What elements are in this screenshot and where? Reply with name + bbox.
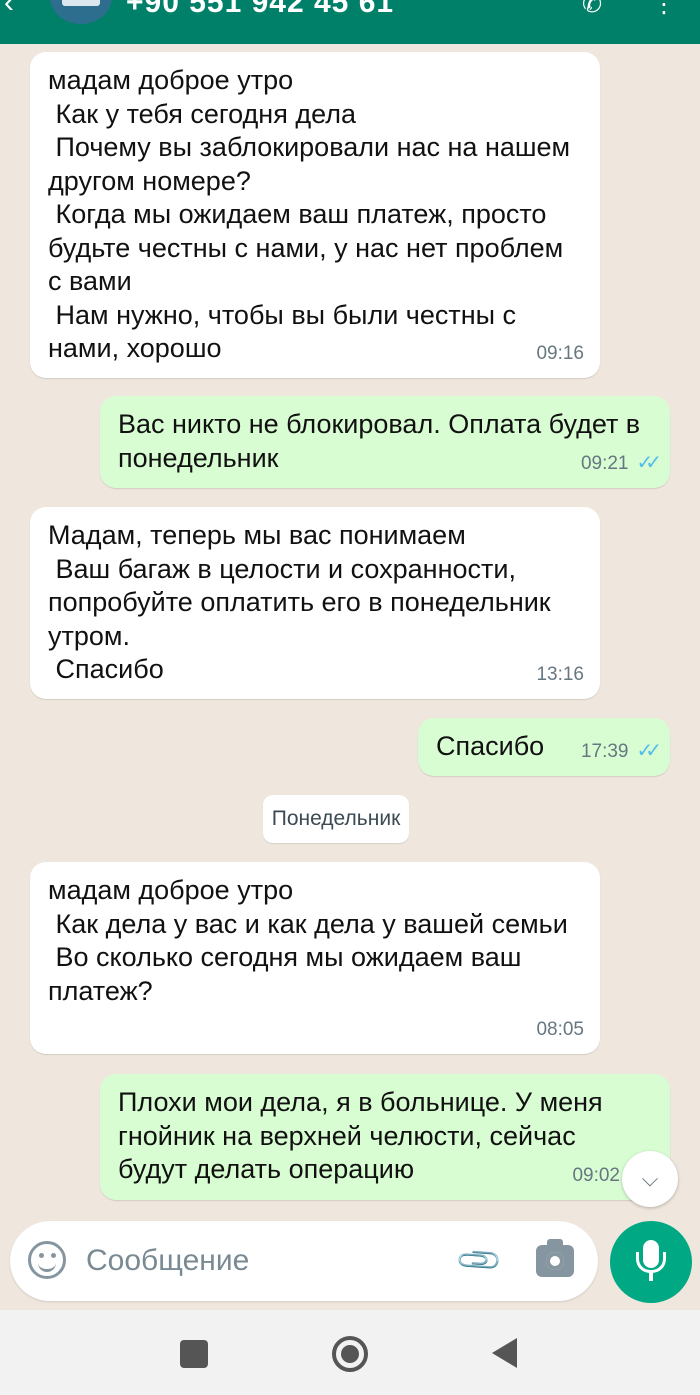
message-meta: 17:39 ✓✓	[580, 735, 662, 769]
message-text: мадам доброе утро Как дела у вас и как д…	[48, 875, 568, 1006]
microphone-icon	[636, 1240, 666, 1273]
message-bubble-outgoing[interactable]: Спасибо 17:39 ✓✓	[418, 718, 670, 776]
video-call-icon[interactable]: ✆	[582, 0, 602, 19]
date-divider: Понедельник	[263, 795, 409, 843]
read-ticks-icon: ✓✓	[636, 739, 661, 762]
message-input[interactable]	[86, 1239, 436, 1283]
microphone-stand	[649, 1271, 653, 1281]
more-vert-icon[interactable]: ⋮	[652, 0, 676, 19]
camera-icon[interactable]	[536, 1239, 574, 1277]
message-time: 17:39	[580, 740, 629, 762]
message-meta: 13:16	[536, 658, 584, 692]
message-time: 09:16	[536, 342, 584, 364]
chat-header: ‹ +90 551 942 45 61 ✆ ⋮	[0, 0, 700, 44]
contact-title[interactable]: +90 551 942 45 61	[126, 0, 394, 20]
message-time: 09:02	[572, 1164, 620, 1186]
read-ticks-icon: ✓✓	[636, 451, 661, 474]
message-bubble-incoming[interactable]: мадам доброе утро Как у тебя сегодня дел…	[30, 52, 600, 378]
double-chevron-down-icon: ⌵	[641, 1166, 659, 1191]
scroll-down-button[interactable]: ⌵	[622, 1151, 678, 1207]
message-text: мадам доброе утро Как у тебя сегодня дел…	[48, 65, 571, 363]
message-meta: 09:02	[572, 1159, 620, 1193]
message-time: 09:21	[580, 452, 629, 474]
message-time: 08:05	[536, 1018, 584, 1040]
message-text: Мадам, теперь мы вас понимаем Ваш багаж …	[48, 520, 551, 684]
message-time: 13:16	[536, 663, 584, 685]
arrow-left-icon[interactable]: ‹	[4, 0, 14, 20]
system-navigation-bar	[0, 1310, 700, 1395]
message-meta: 09:16	[536, 337, 584, 371]
back-triangle-icon[interactable]	[492, 1338, 517, 1368]
contact-avatar[interactable]	[50, 0, 112, 24]
message-bubble-incoming[interactable]: Мадам, теперь мы вас понимаем Ваш багаж …	[30, 507, 600, 699]
message-composer: 📎	[10, 1221, 598, 1301]
message-meta: 08:05	[536, 1013, 584, 1047]
message-text: Вас никто не блокировал. Оплата будет в …	[118, 409, 648, 473]
message-bubble-outgoing[interactable]: Вас никто не блокировал. Оплата будет в …	[100, 396, 670, 488]
paperclip-icon[interactable]: 📎	[452, 1233, 509, 1290]
home-icon[interactable]	[332, 1336, 368, 1372]
voice-record-button[interactable]	[610, 1221, 692, 1303]
message-bubble-incoming[interactable]: мадам доброе утро Как дела у вас и как д…	[30, 862, 600, 1054]
message-bubble-outgoing[interactable]: Плохи мои дела, я в больнице. У меня гно…	[100, 1074, 670, 1200]
chat-area: мадам доброе утро Как у тебя сегодня дел…	[0, 44, 700, 1310]
recent-apps-icon[interactable]	[180, 1340, 208, 1368]
message-text: Спасибо	[436, 731, 545, 761]
message-meta: 09:21 ✓✓	[580, 447, 662, 481]
emoji-icon[interactable]	[28, 1241, 66, 1279]
